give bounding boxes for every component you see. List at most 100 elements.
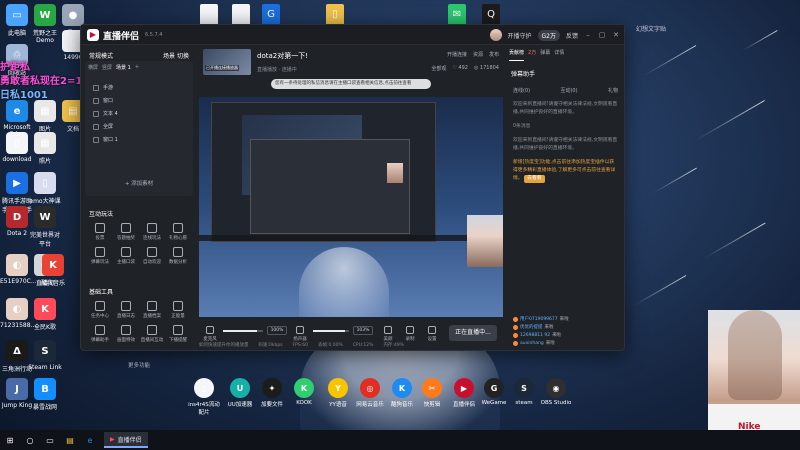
desktop-top-icon[interactable] (200, 4, 218, 26)
desktop-app-icon: D (6, 206, 28, 228)
source-item[interactable]: 全屏 (89, 120, 189, 133)
tool-button[interactable]: 下播提醒 (165, 325, 191, 343)
gift-user-name[interactable]: 优优的提提 (520, 324, 543, 330)
source-item[interactable]: 窗口 (89, 94, 189, 107)
dock-app[interactable]: Y YY语音 (320, 378, 356, 408)
open-connect-button[interactable]: 开播连接 (447, 51, 467, 58)
tab-portrait[interactable]: 竖屏 (102, 64, 112, 71)
stream-preview[interactable] (199, 97, 503, 317)
resource-button[interactable]: 资源 (473, 51, 483, 58)
maximize-icon[interactable]: ▢ (598, 31, 606, 39)
speaker-volume[interactable]: 103% (353, 326, 373, 335)
desktop-icon[interactable]: K 全民K歌 (28, 298, 62, 331)
notice-banner[interactable]: 您有一条待处理的私信消息请在主播口袋查看相关信息,点击前往查看 (271, 79, 431, 89)
desktop-app-icon: K (34, 298, 56, 320)
tool-button[interactable]: 画面特效 (113, 325, 139, 343)
tool-button[interactable]: 自动欢迎 (139, 247, 165, 265)
tool-button[interactable]: 礼物心愿 (165, 223, 191, 241)
tab-add-scene[interactable]: + (135, 64, 139, 71)
mode-dropdown[interactable]: 常规模式 (89, 51, 113, 60)
desktop-icon[interactable]: ▦ 照片 (28, 132, 62, 165)
stream-thumbnail[interactable]: 已开播连接播放器 (203, 49, 251, 75)
open-guard-button[interactable]: 开播守护 (508, 31, 532, 40)
level-pill[interactable]: G2万 (537, 29, 560, 41)
desktop-icon[interactable]: W 完美世界对平台 (28, 206, 62, 248)
desktop-top-icon[interactable] (232, 4, 250, 26)
tool-button[interactable]: 数据分析 (165, 247, 191, 265)
mic-volume[interactable]: 100% (267, 326, 287, 335)
windows-start-icon[interactable]: ⊞ (0, 430, 20, 450)
edge-icon[interactable]: e (80, 430, 100, 450)
tool-button[interactable]: 弹幕玩法 (87, 247, 113, 265)
tab-landscape[interactable]: 横屏 (88, 64, 98, 71)
taskbar-live-companion[interactable]: ▶ 直播伴侣 (104, 432, 148, 448)
explorer-icon[interactable]: ▤ (60, 430, 80, 450)
source-item[interactable]: 窗口 1 (89, 133, 189, 146)
status-bar: 如何快速提升你的播放量 码速:0kbps FPS:60 丢帧:0.00% CPU:12%… (199, 340, 503, 350)
desktop-top-icon[interactable]: Q (482, 4, 500, 26)
dock-app[interactable]: K KOOK (286, 378, 322, 406)
tool-button[interactable]: 答题抽奖 (113, 223, 139, 241)
dock-app-icon: ✂ (422, 378, 442, 398)
tab-scene-1[interactable]: 场景 1 (116, 64, 131, 71)
danmu-tab-interact[interactable]: 互动(0) (560, 87, 577, 94)
beauty-icon (384, 326, 392, 334)
minimize-icon[interactable]: – (584, 31, 592, 39)
close-icon[interactable]: ✕ (612, 31, 620, 39)
switch-action[interactable]: 切换 (177, 53, 189, 60)
dock-app[interactable]: ✦ 加要文件 (254, 378, 290, 408)
desktop-top-icon[interactable]: ▯ (326, 4, 344, 26)
avatar[interactable] (489, 29, 502, 41)
desktop-icon[interactable]: K 酷我音乐 (36, 254, 70, 287)
tool-button[interactable]: 直播档案 (139, 301, 165, 319)
tab-contribution[interactable]: 贡献榜 (509, 49, 525, 61)
gift-user-name[interactable]: 用户0719099677 (520, 316, 558, 322)
mic-slider[interactable] (223, 330, 263, 332)
gift-user-name[interactable]: 12698811 92 (520, 333, 550, 338)
dock-app[interactable]: ◉ OBS Studio (538, 378, 574, 406)
tab-danmu[interactable]: 弹幕 (540, 49, 550, 61)
dock-app[interactable]: Ssteam (506, 378, 542, 406)
speaker-slider[interactable] (313, 330, 349, 332)
desktop-icon[interactable]: B 暴雪战网 (28, 378, 62, 411)
tab-online-count[interactable]: 2万 (528, 49, 536, 61)
desktop-top-icon[interactable]: G (262, 4, 280, 26)
feedback-button[interactable]: 反馈 (566, 31, 578, 40)
tool-button[interactable]: 正能量 (165, 301, 191, 319)
gift-action: 来啦 (552, 333, 562, 338)
tool-button[interactable]: 任务中心 (87, 301, 113, 319)
tool-label: 画面特效 (117, 338, 135, 343)
desktop-app-icon: W (34, 206, 56, 228)
go-see-button[interactable]: 去看看 (524, 175, 545, 183)
desktop-top-icon[interactable]: ✉ (448, 4, 466, 26)
desktop-right-label[interactable]: 幻想文字贴 (636, 24, 666, 33)
tool-button[interactable]: 连线玩法 (139, 223, 165, 241)
dock-app[interactable]: ✂ 快剪辑 (414, 378, 450, 408)
tool-button[interactable]: 直播日志 (113, 301, 139, 319)
desktop-icon[interactable]: S Steam Link (28, 340, 62, 371)
stream-header: 已开播连接播放器 dota2对第一下! 直播播放 · 连播中 开播连接 资源 发… (199, 47, 503, 77)
source-item[interactable]: 文本 4 (89, 107, 189, 120)
gift-action: 来啦 (544, 325, 554, 330)
danmu-tab-gift[interactable]: 礼物 (608, 87, 618, 94)
dock-app[interactable]: U UU加速器 (222, 378, 258, 408)
gift-user-name[interactable]: auxinhang (520, 341, 544, 346)
dock-app[interactable]: ◎ 网易云音乐 (352, 378, 388, 408)
floating-webcam[interactable]: Nike (708, 310, 800, 450)
danmu-tab-connect[interactable]: 连线(0) (513, 87, 530, 94)
publish-button[interactable]: 发布 (489, 51, 499, 58)
stream-title[interactable]: dota2对第一下! (257, 51, 308, 61)
live-status-button[interactable]: 正在直播中... (449, 325, 497, 341)
scene-action[interactable]: 场景 (163, 53, 175, 60)
source-item[interactable]: 手游 (89, 81, 189, 94)
dock-app[interactable]: ▯ ins4r4S流动 配片 (186, 378, 222, 416)
tool-button[interactable]: 主播口袋 (113, 247, 139, 265)
more-features-button[interactable]: 更多功能 (85, 361, 193, 369)
task-view-icon[interactable]: ▭ (40, 430, 60, 450)
tool-button[interactable]: 投票 (87, 223, 113, 241)
add-source-button[interactable]: + 添加素材 (85, 179, 193, 187)
tool-button[interactable]: 弹幕助手 (87, 325, 113, 343)
search-icon[interactable]: ○ (20, 430, 40, 450)
tab-details[interactable]: 详情 (554, 49, 564, 61)
tool-button[interactable]: 直播间互动 (139, 325, 165, 343)
